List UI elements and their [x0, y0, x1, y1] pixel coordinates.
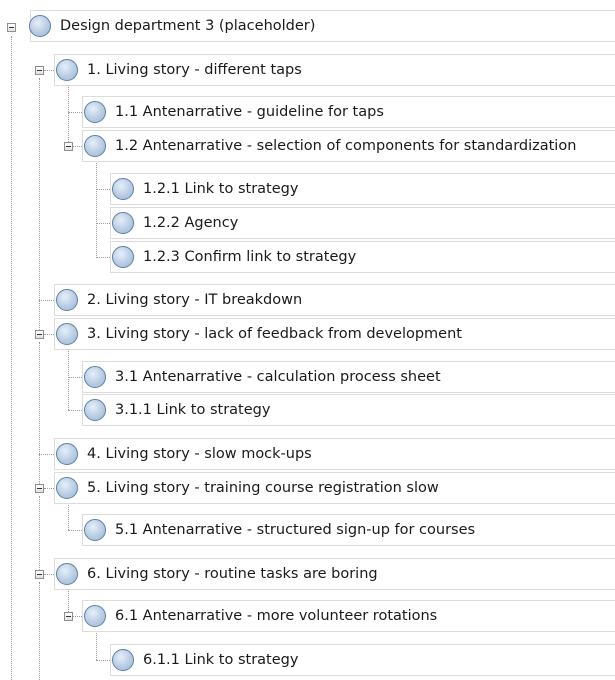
tree-node-link[interactable]: 1.2.1 Link to strategy — [112, 174, 298, 204]
node-circle-icon — [84, 366, 106, 388]
node-circle-icon — [56, 477, 78, 499]
node-circle-icon — [112, 212, 134, 234]
tree-connector — [68, 342, 69, 410]
collapse-toggle[interactable] — [64, 142, 73, 151]
node-circle-icon — [84, 399, 106, 421]
node-label: 1.2.2 Agency — [143, 215, 239, 231]
tree-connector — [39, 454, 40, 488]
node-circle-icon — [84, 135, 106, 157]
node-label: 4. Living story - slow mock-ups — [87, 446, 312, 462]
tree-node-root[interactable]: Design department 3 (placeholder) — [29, 11, 315, 41]
tree-node-living-story[interactable]: 4. Living story - slow mock-ups — [56, 439, 312, 469]
node-circle-icon — [29, 15, 51, 37]
node-circle-icon — [56, 563, 78, 585]
tree-node-living-story[interactable]: 5. Living story - training course regist… — [56, 473, 439, 503]
collapse-toggle[interactable] — [35, 570, 44, 579]
node-circle-icon — [112, 649, 134, 671]
collapse-toggle[interactable] — [64, 612, 73, 621]
node-circle-icon — [56, 323, 78, 345]
tree-connector — [11, 36, 12, 680]
node-label: 1.2.3 Confirm link to strategy — [143, 249, 357, 265]
tree-connector — [39, 300, 40, 334]
tree-node-living-story[interactable]: 1. Living story - different taps — [56, 55, 302, 85]
node-label: 3.1 Antenarrative - calculation process … — [115, 369, 441, 385]
tree-connector — [39, 342, 40, 454]
tree-connector — [39, 496, 40, 574]
tree-node-link[interactable]: 1.2.2 Agency — [112, 208, 238, 238]
tree-node-living-story[interactable]: 3. Living story - lack of feedback from … — [56, 319, 462, 349]
collapse-toggle[interactable] — [35, 66, 44, 75]
node-label: 3. Living story - lack of feedback from … — [87, 326, 462, 342]
node-circle-icon — [84, 101, 106, 123]
node-circle-icon — [56, 59, 78, 81]
node-label: 6.1 Antenarrative - more volunteer rotat… — [115, 608, 438, 624]
node-circle-icon — [84, 605, 106, 627]
node-circle-icon — [56, 443, 78, 465]
tree-node-antenarrative[interactable]: 1.2 Antenarrative - selection of compone… — [84, 131, 576, 161]
tree-connector — [39, 582, 40, 680]
node-circle-icon — [112, 246, 134, 268]
tree-node-link[interactable]: 6.1.1 Link to strategy — [112, 645, 298, 675]
tree-node-antenarrative[interactable]: 3.1 Antenarrative - calculation process … — [84, 362, 441, 392]
node-circle-icon — [84, 519, 106, 541]
node-label: 3.1.1 Link to strategy — [115, 402, 271, 418]
node-label: Design department 3 (placeholder) — [60, 18, 316, 34]
node-label: 1.2 Antenarrative - selection of compone… — [115, 138, 577, 154]
collapse-toggle[interactable] — [7, 23, 16, 32]
node-label: 6. Living story - routine tasks are bori… — [87, 566, 378, 582]
node-label: 1. Living story - different taps — [87, 62, 302, 78]
tree-connector — [96, 154, 97, 258]
tree-connector — [68, 112, 69, 146]
tree-node-link[interactable]: 1.2.3 Confirm link to strategy — [112, 242, 356, 272]
collapse-toggle[interactable] — [35, 330, 44, 339]
node-label: 6.1.1 Link to strategy — [143, 652, 299, 668]
tree-connector — [39, 78, 40, 300]
collapse-toggle[interactable] — [35, 484, 44, 493]
node-label: 1.2.1 Link to strategy — [143, 181, 299, 197]
tree-node-antenarrative[interactable]: 5.1 Antenarrative - structured sign-up f… — [84, 515, 475, 545]
node-circle-icon — [112, 178, 134, 200]
node-label: 5.1 Antenarrative - structured sign-up f… — [115, 522, 476, 538]
tree-node-antenarrative[interactable]: 6.1 Antenarrative - more volunteer rotat… — [84, 601, 437, 631]
node-circle-icon — [56, 289, 78, 311]
tree-node-link[interactable]: 3.1.1 Link to strategy — [84, 395, 270, 425]
tree-node-living-story[interactable]: 6. Living story - routine tasks are bori… — [56, 559, 378, 589]
node-label: 5. Living story - training course regist… — [87, 480, 439, 496]
tree-node-antenarrative[interactable]: 1.1 Antenarrative - guideline for taps — [84, 97, 384, 127]
node-label: 2. Living story - IT breakdown — [87, 292, 303, 308]
tree-node-living-story[interactable]: 2. Living story - IT breakdown — [56, 285, 302, 315]
node-label: 1.1 Antenarrative - guideline for taps — [115, 104, 384, 120]
